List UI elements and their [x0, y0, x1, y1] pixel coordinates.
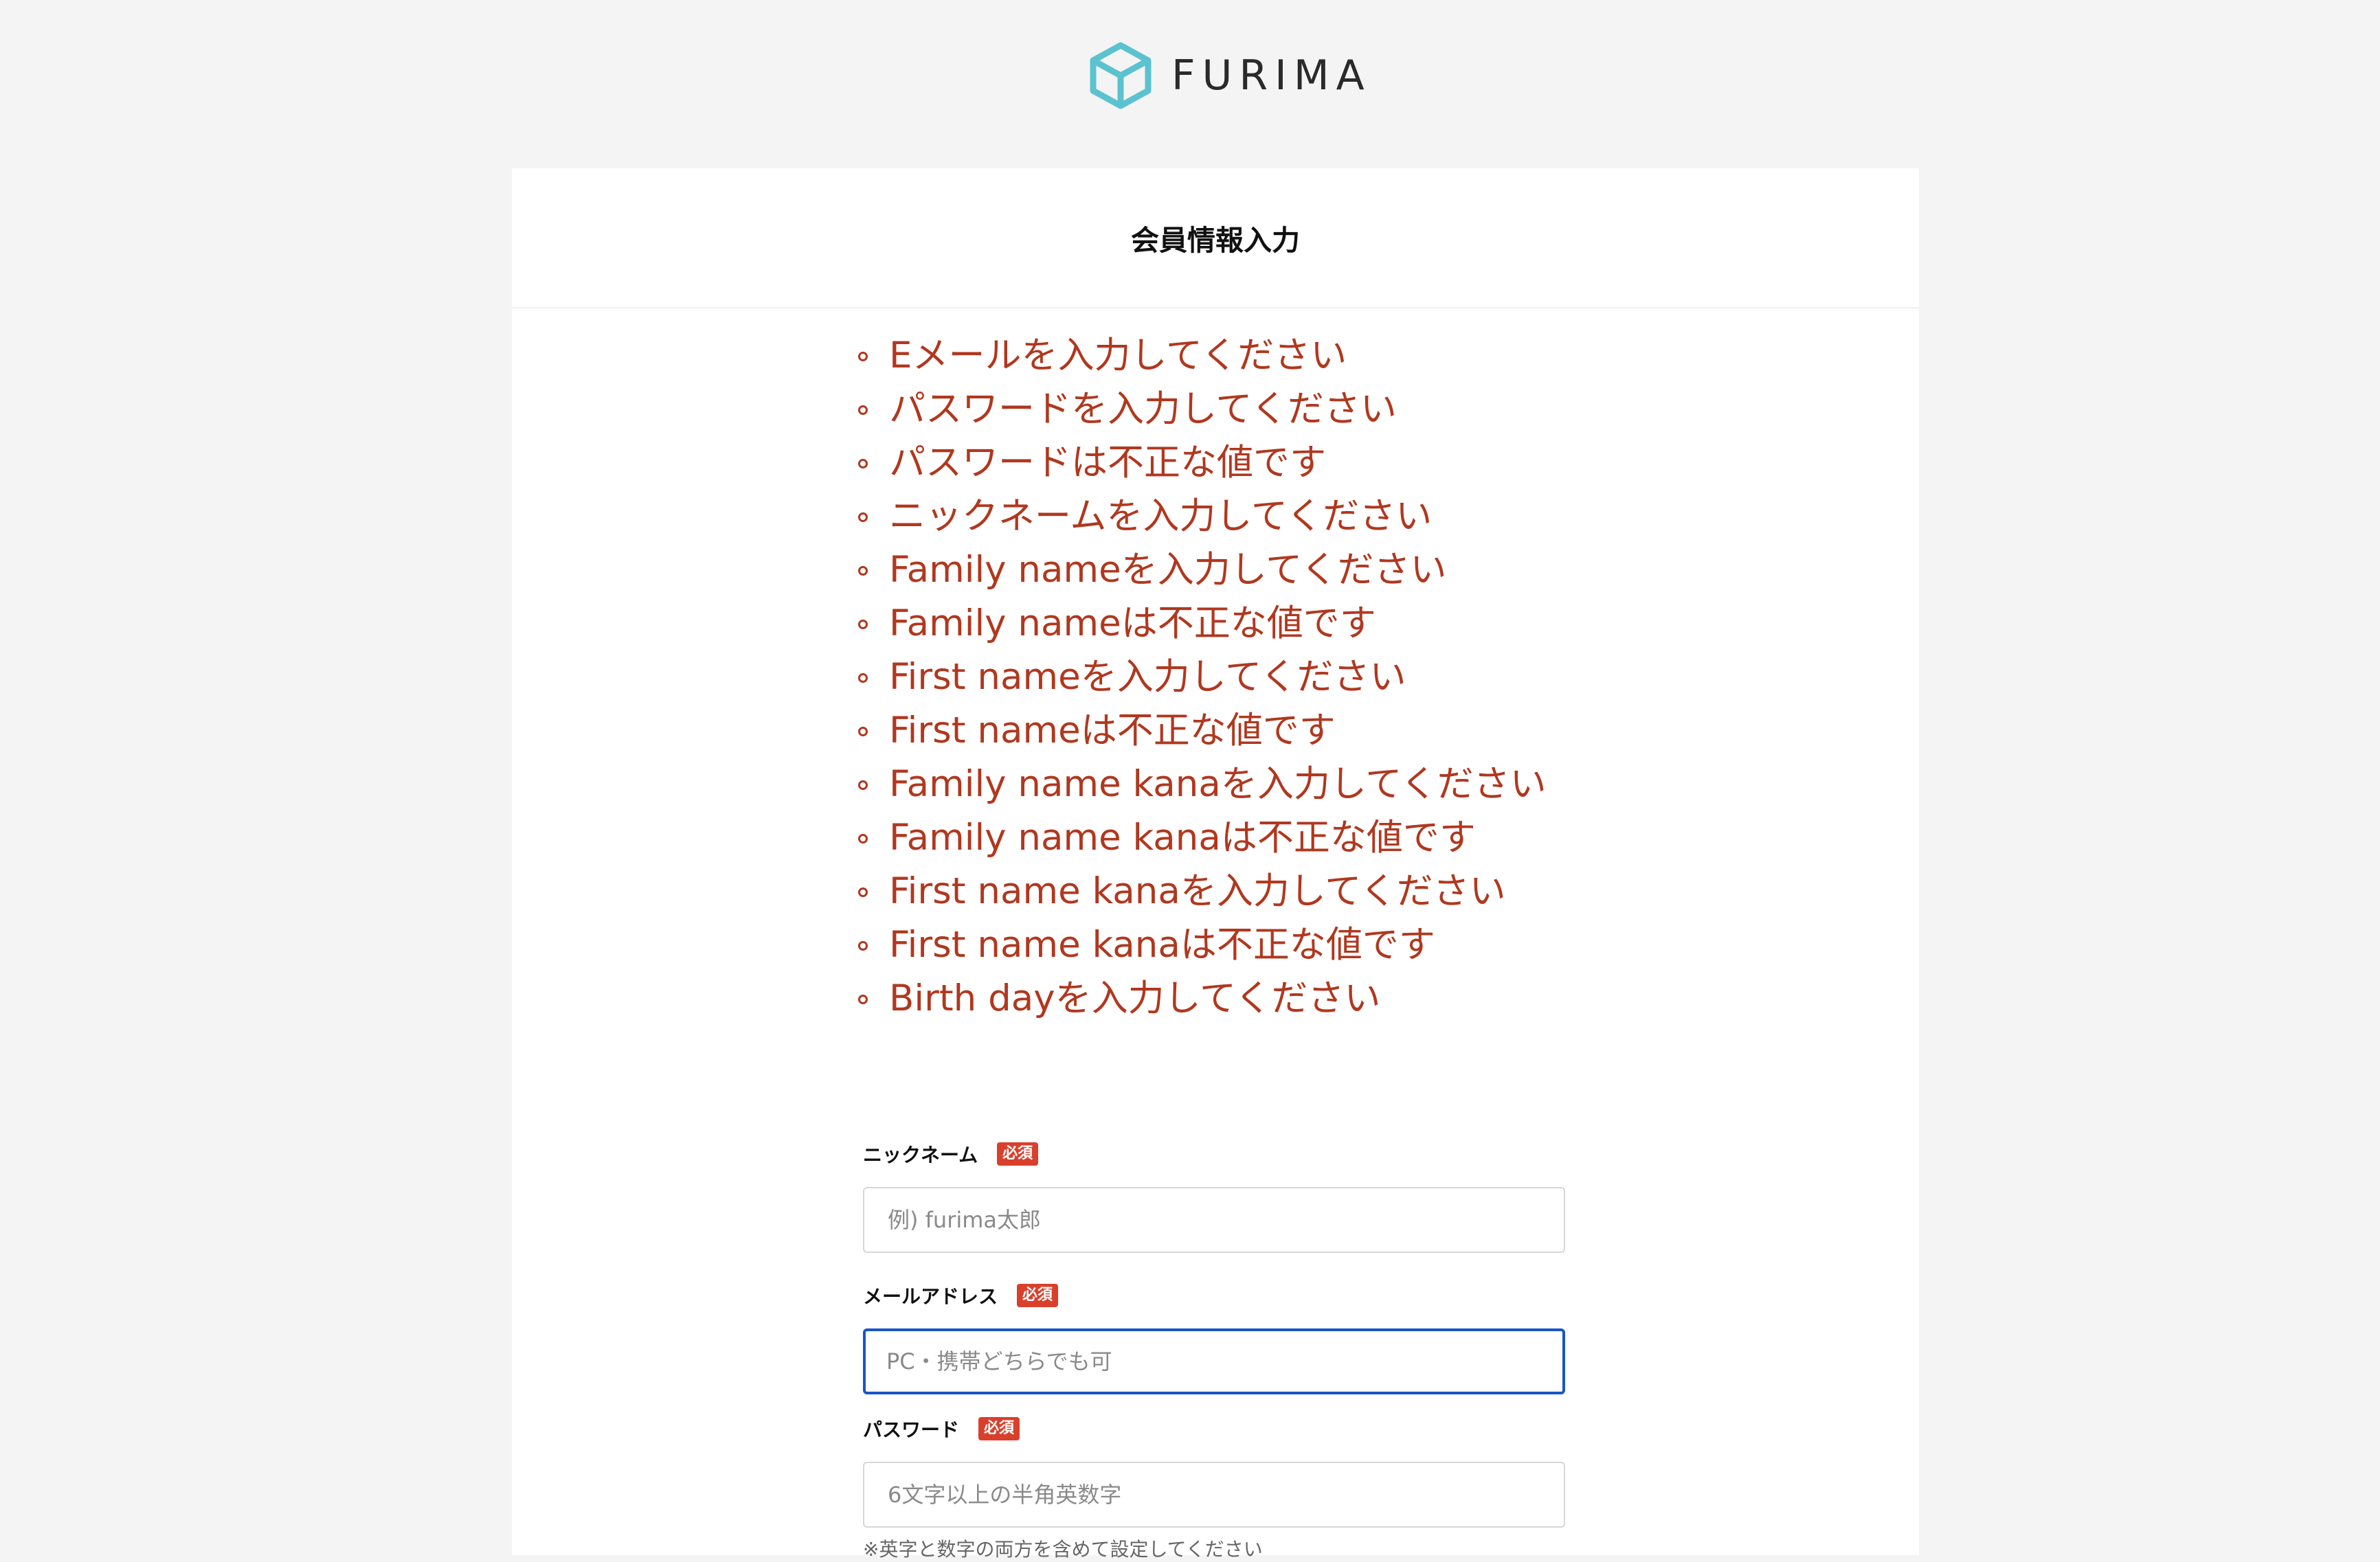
error-item: Eメールを入力してください	[855, 329, 1547, 383]
bullet-icon	[858, 512, 868, 522]
bullet-icon	[858, 352, 868, 361]
bullet-icon	[858, 673, 868, 683]
password-input[interactable]	[863, 1462, 1565, 1528]
nickname-input[interactable]	[863, 1187, 1565, 1253]
error-list: Eメールを入力してください パスワードを入力してください パスワードは不正な値で…	[855, 329, 1547, 1026]
required-badge: 必須	[1017, 1284, 1059, 1307]
error-text: First nameを入力してください	[889, 656, 1406, 698]
bullet-icon	[858, 780, 868, 790]
bullet-icon	[858, 887, 868, 897]
nickname-field-group: ニックネーム 必須	[863, 1139, 1567, 1253]
error-item: First nameは不正な値です	[855, 704, 1547, 758]
error-item: Family name kanaを入力してください	[855, 758, 1547, 811]
bullet-icon	[858, 459, 868, 468]
error-text: First name kanaを入力してください	[889, 870, 1506, 912]
page-title: 会員情報入力	[1131, 224, 1300, 257]
required-badge: 必須	[997, 1142, 1039, 1166]
furima-logo[interactable]: FURIMA	[1088, 41, 1371, 110]
bullet-icon	[858, 405, 868, 415]
required-badge: 必須	[978, 1417, 1020, 1440]
error-item: ニックネームを入力してください	[855, 490, 1547, 543]
bullet-icon	[858, 995, 868, 1004]
error-text: First name kanaは不正な値です	[889, 924, 1435, 966]
error-item: Birth dayを入力してください	[855, 972, 1547, 1026]
email-label: メールアドレス	[863, 1285, 998, 1308]
brand-name: FURIMA	[1171, 52, 1371, 100]
error-item: First name kanaを入力してください	[855, 865, 1547, 918]
error-item: Family nameを入力してください	[855, 543, 1547, 597]
bullet-icon	[858, 727, 868, 736]
error-item: Family nameは不正な値です	[855, 597, 1547, 650]
bullet-icon	[858, 834, 868, 844]
email-input[interactable]	[863, 1328, 1565, 1394]
site-header: FURIMA	[0, 0, 2380, 168]
error-text: Eメールを入力してください	[889, 335, 1347, 376]
error-text: First nameは不正な値です	[889, 710, 1336, 751]
error-text: Family nameは不正な値です	[889, 602, 1376, 644]
error-item: First name kanaは不正な値です	[855, 918, 1547, 972]
error-text: Birth dayを入力してください	[889, 977, 1381, 1019]
password-note: ※英字と数字の両方を含めて設定してください	[863, 1538, 1263, 1561]
card-header: 会員情報入力	[512, 168, 1919, 308]
bullet-icon	[858, 941, 868, 951]
password-label-row: パスワード 必須	[863, 1414, 1567, 1444]
error-text: パスワードを入力してください	[889, 388, 1397, 430]
password-label: パスワード	[863, 1418, 960, 1441]
bullet-icon	[858, 620, 868, 629]
password-field-group: パスワード 必須 ※英字と数字の両方を含めて設定してください	[863, 1414, 1567, 1562]
error-text: Family nameを入力してください	[889, 549, 1447, 591]
email-field-group: メールアドレス 必須	[863, 1280, 1567, 1394]
nickname-label-row: ニックネーム 必須	[863, 1139, 1567, 1169]
error-text: パスワードは不正な値です	[889, 442, 1326, 484]
error-text: Family name kanaを入力してください	[889, 763, 1547, 805]
error-item: パスワードを入力してください	[855, 383, 1547, 436]
bullet-icon	[858, 566, 868, 576]
error-text: Family name kanaは不正な値です	[889, 817, 1476, 859]
box-logo-icon	[1090, 42, 1152, 109]
error-item: パスワードは不正な値です	[855, 436, 1547, 490]
error-text: ニックネームを入力してください	[889, 495, 1433, 537]
nickname-label: ニックネーム	[863, 1144, 978, 1166]
error-item: Family name kanaは不正な値です	[855, 811, 1547, 865]
email-label-row: メールアドレス 必須	[863, 1280, 1567, 1311]
error-item: First nameを入力してください	[855, 650, 1547, 704]
